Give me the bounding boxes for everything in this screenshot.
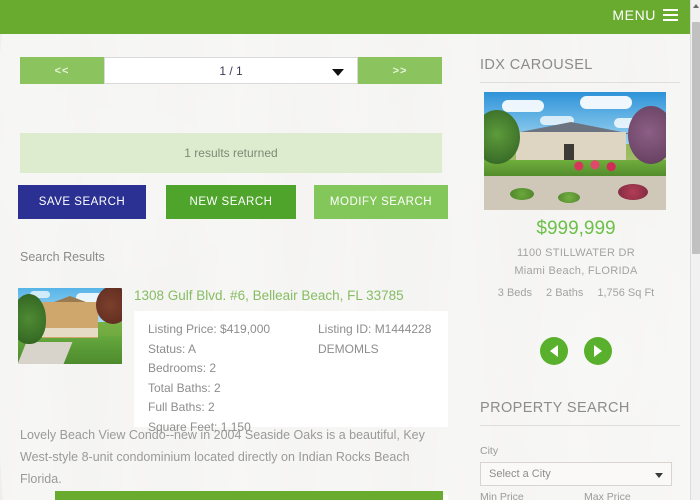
- chevron-down-icon: [332, 69, 344, 76]
- listing-description: Lovely Beach View Condo--new in 2004 Sea…: [20, 428, 425, 486]
- carousel-spec-baths: 2 Baths: [546, 287, 584, 299]
- search-action-buttons: SAVE SEARCH NEW SEARCH MODIFY SEARCH: [18, 185, 448, 219]
- listing-detail-line: Listing Price: $419,000: [148, 322, 271, 336]
- carousel-address-line2: Miami Beach, FLORIDA: [514, 265, 638, 277]
- listing-detail-line: Full Baths: 2: [148, 400, 215, 414]
- max-price-group: Max Price: [584, 491, 676, 500]
- listing-detail-box: Listing Price: $419,000 Status: A Bedroo…: [134, 311, 448, 434]
- carousel-spec-beds: 3 Beds: [497, 287, 533, 299]
- listing-thumbnail-image[interactable]: [18, 288, 122, 364]
- carousel-address-line1: 1100 STILLWATER DR: [516, 247, 636, 259]
- scroll-up-button[interactable]: [691, 0, 700, 12]
- carousel-navigation: [462, 337, 690, 365]
- page-scrollbar[interactable]: [690, 0, 700, 500]
- carousel-specs: 3 Beds 2 Baths 1,756 Sq Ft: [462, 287, 690, 299]
- pagination-prev-button[interactable]: <<: [20, 57, 104, 84]
- menu-button[interactable]: MENU: [612, 7, 678, 23]
- listing-detail-line: DEMOMLS: [318, 341, 379, 356]
- listing-detail-line: Total Baths: 2: [148, 380, 221, 395]
- bottom-accent-strip: [55, 491, 443, 500]
- carousel-property-image[interactable]: [484, 92, 666, 210]
- chevron-down-icon: [655, 473, 663, 478]
- carousel-prev-button[interactable]: [540, 337, 568, 365]
- results-count-banner: 1 results returned: [20, 133, 442, 173]
- chevron-right-icon: [594, 345, 602, 357]
- chevron-left-icon: [550, 345, 558, 357]
- page-root: MENU << 1 / 1 >> 1 results returned SAVE…: [0, 0, 700, 500]
- property-search-title: PROPERTY SEARCH: [480, 400, 680, 426]
- carousel-spec-sqft: 1,756 Sq Ft: [597, 287, 655, 299]
- city-select[interactable]: Select a City: [480, 462, 672, 486]
- menu-label: MENU: [612, 7, 656, 23]
- listing-detail-line: Bedrooms: 2: [148, 361, 217, 375]
- carousel-next-button[interactable]: [584, 337, 612, 365]
- price-range-row: Min Price Max Price: [480, 491, 676, 500]
- pagination-current-page: 1 / 1: [219, 63, 243, 78]
- listing-detail-line: Listing ID: M1444228: [318, 322, 432, 336]
- listing-details-left-column: Listing Price: $419,000 Status: A Bedroo…: [148, 320, 270, 437]
- save-search-button[interactable]: SAVE SEARCH: [18, 185, 146, 219]
- min-price-label: Min Price: [480, 491, 524, 500]
- hamburger-icon: [663, 9, 678, 21]
- scrollbar-thumb[interactable]: [692, 22, 700, 254]
- listing-details-right-column: Listing ID: M1444228 DEMOMLS: [318, 320, 431, 359]
- listing-detail-line: Status: A: [148, 341, 197, 356]
- carousel-price: $999,999: [536, 218, 616, 239]
- min-price-group: Min Price: [480, 491, 572, 500]
- listing-body: 1308 Gulf Blvd. #6, Belleair Beach, FL 3…: [134, 288, 448, 434]
- pagination-bar: << 1 / 1 >>: [20, 57, 442, 84]
- results-count-text: 1 results returned: [184, 146, 278, 160]
- idx-carousel-title: IDX CAROUSEL: [480, 57, 680, 83]
- search-results-heading: Search Results: [20, 250, 105, 264]
- city-field-group: City Select a City: [480, 445, 672, 486]
- modify-search-button[interactable]: MODIFY SEARCH: [314, 185, 448, 219]
- new-search-button[interactable]: NEW SEARCH: [166, 185, 296, 219]
- listing-address-link[interactable]: 1308 Gulf Blvd. #6, Belleair Beach, FL 3…: [134, 288, 448, 303]
- top-nav-bar: MENU: [0, 0, 690, 34]
- main-content-column: << 1 / 1 >> 1 results returned SAVE SEAR…: [0, 34, 462, 500]
- pagination-page-select[interactable]: 1 / 1: [104, 57, 358, 84]
- city-label: City: [480, 445, 499, 457]
- pagination-next-button[interactable]: >>: [358, 57, 442, 84]
- max-price-label: Max Price: [584, 491, 631, 500]
- city-selected-value: Select a City: [489, 468, 551, 480]
- sidebar-column: IDX CAROUSEL $999,999 1100 STILLWATER DR…: [462, 34, 690, 500]
